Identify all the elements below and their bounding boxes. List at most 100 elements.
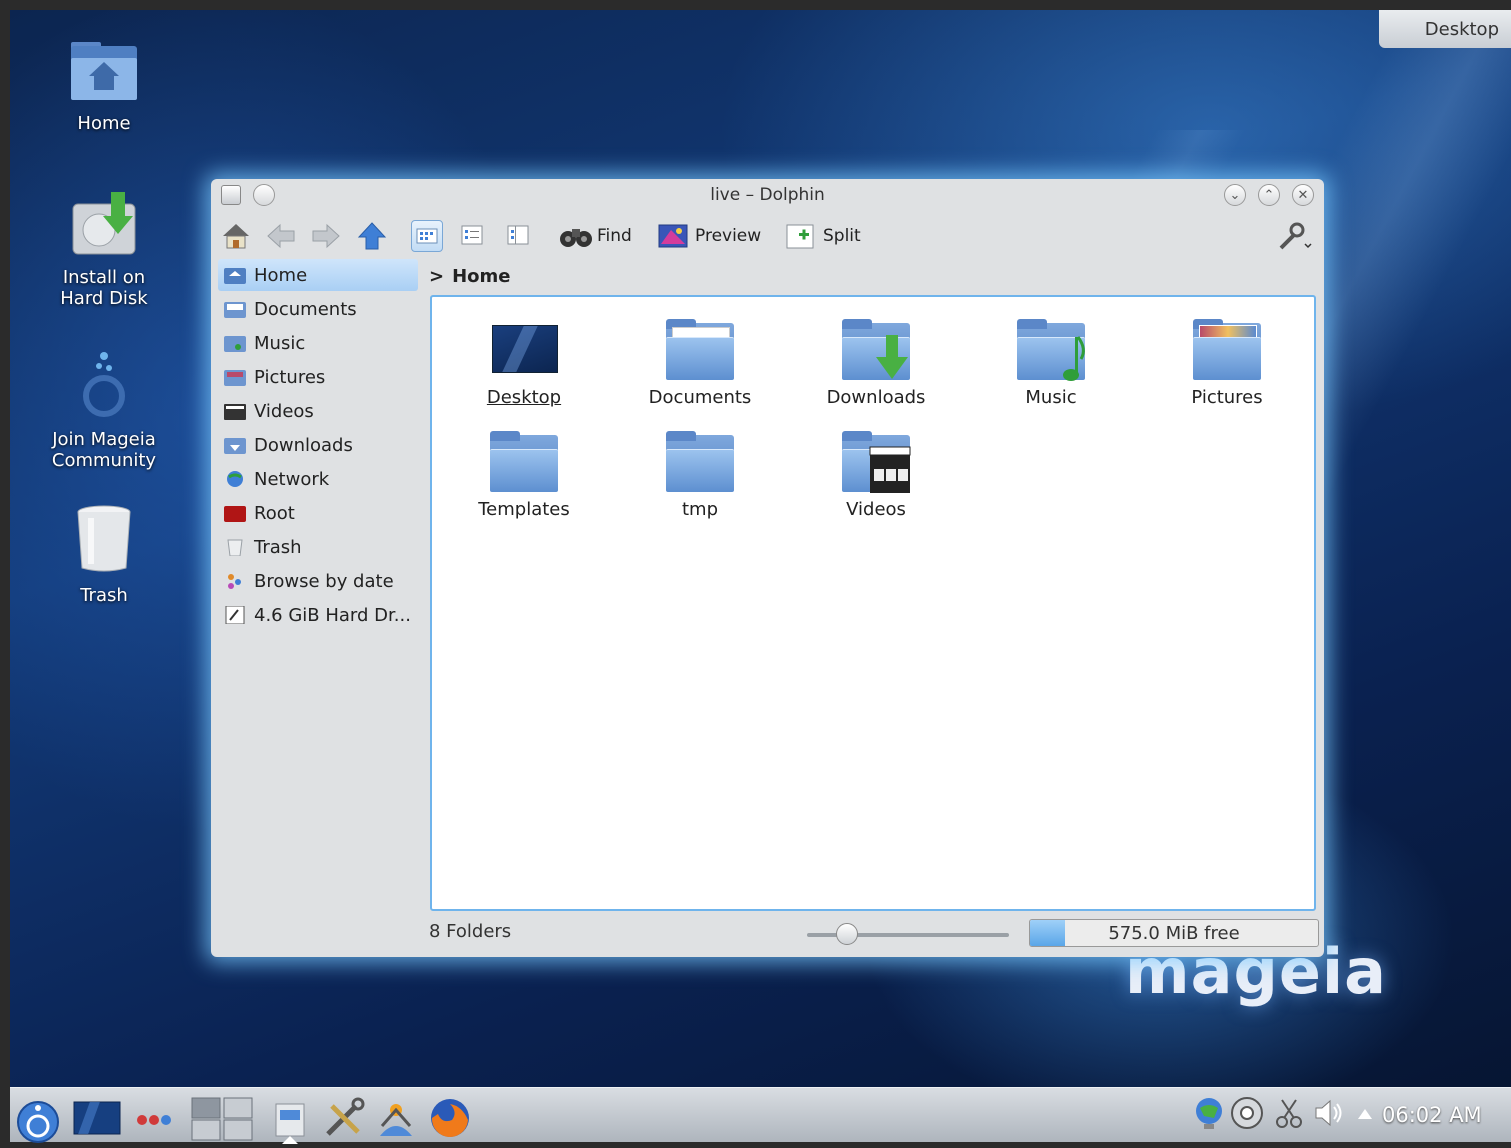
window-title: live – Dolphin xyxy=(710,185,825,205)
find-button[interactable]: Find xyxy=(559,219,632,253)
up-button[interactable] xyxy=(357,219,387,253)
split-button[interactable]: Split xyxy=(785,219,861,253)
file-item-desktop[interactable]: Desktop xyxy=(449,319,599,408)
place-videos[interactable]: Videos xyxy=(218,395,418,427)
downloads-icon xyxy=(224,438,246,454)
place-label: 4.6 GiB Hard Dr... xyxy=(254,604,411,626)
details-view-button[interactable] xyxy=(457,220,489,252)
trash-icon xyxy=(227,539,243,556)
file-item-pictures[interactable]: Pictures xyxy=(1152,319,1302,408)
home-folder-icon xyxy=(44,40,164,107)
file-item-templates[interactable]: Templates xyxy=(449,431,599,520)
place-documents[interactable]: Documents xyxy=(218,293,418,325)
desktop-icon-community[interactable]: Join Mageia Community xyxy=(44,348,164,471)
icons-view-button[interactable] xyxy=(411,220,443,252)
file-item-downloads[interactable]: Downloads xyxy=(801,319,951,408)
file-item-tmp[interactable]: tmp xyxy=(625,431,775,520)
activity-switcher-button[interactable] xyxy=(132,1096,182,1136)
network-icon xyxy=(227,471,243,487)
desktop-icon-label: Trash xyxy=(80,585,128,606)
status-bar: 8 Folders 575.0 MiB free xyxy=(429,917,1319,949)
music-folder-icon xyxy=(1017,319,1085,381)
desktop-icon-install[interactable]: Install on Hard Disk xyxy=(44,190,164,309)
place-label: Documents xyxy=(254,298,357,320)
place-label: Root xyxy=(254,502,295,524)
show-desktop-button[interactable] xyxy=(72,1096,122,1136)
place-label: Home xyxy=(254,264,308,286)
application-launcher-button[interactable] xyxy=(14,1096,59,1143)
videos-icon xyxy=(224,404,246,420)
software-manager-button[interactable] xyxy=(374,1096,414,1136)
mageia-community-icon xyxy=(44,348,164,423)
calendar-icon xyxy=(228,574,241,589)
downloads-folder-icon xyxy=(842,319,910,381)
place-music[interactable]: Music xyxy=(218,327,418,359)
breadcrumb[interactable]: > Home xyxy=(429,259,511,293)
place-label: Downloads xyxy=(254,434,353,456)
place-root[interactable]: Root xyxy=(218,497,418,529)
close-button[interactable]: ✕ xyxy=(1292,184,1314,206)
control-menu-button[interactable] xyxy=(1275,219,1313,253)
columns-view-icon xyxy=(507,225,529,245)
install-disk-icon xyxy=(44,190,164,261)
file-item-documents[interactable]: Documents xyxy=(625,319,775,408)
klipper-tray-icon[interactable] xyxy=(1274,1096,1304,1136)
network-tray-icon[interactable] xyxy=(1194,1096,1224,1136)
trash-icon xyxy=(44,504,164,579)
preview-button[interactable]: Preview xyxy=(657,219,761,253)
home-button[interactable] xyxy=(221,219,251,253)
details-view-icon xyxy=(461,225,483,245)
binoculars-icon xyxy=(560,229,592,247)
place-label: Videos xyxy=(254,400,314,422)
hard-drive-icon xyxy=(225,606,245,624)
place-label: Music xyxy=(254,332,306,354)
place-hard-drive[interactable]: 4.6 GiB Hard Dr... xyxy=(218,599,418,631)
file-item-music[interactable]: Music xyxy=(976,319,1126,408)
breadcrumb-current[interactable]: Home xyxy=(452,266,510,287)
activity-desktop-button[interactable]: Desktop xyxy=(1379,10,1511,48)
templates-folder-icon xyxy=(490,431,558,493)
window-titlebar[interactable]: live – Dolphin ⌄ ⌃ ✕ xyxy=(211,179,1324,215)
firefox-icon xyxy=(431,1099,469,1138)
place-pictures[interactable]: Pictures xyxy=(218,361,418,393)
place-label: Browse by date xyxy=(254,570,394,592)
expand-tray-button[interactable] xyxy=(1356,1106,1376,1146)
place-network[interactable]: Network xyxy=(218,463,418,495)
up-arrow-icon xyxy=(357,222,387,250)
documents-icon xyxy=(224,302,246,318)
system-settings-button[interactable] xyxy=(322,1096,365,1136)
toolbar: Find Preview Split xyxy=(211,215,1324,259)
back-button[interactable] xyxy=(266,219,296,253)
file-view[interactable]: Desktop Documents Downloads Music Pictur… xyxy=(430,295,1316,911)
volume-tray-icon[interactable] xyxy=(1312,1096,1346,1136)
desktop-icon-trash[interactable]: Trash xyxy=(44,504,164,606)
minimize-button[interactable]: ⌄ xyxy=(1224,184,1246,206)
columns-view-button[interactable] xyxy=(503,220,535,252)
file-item-videos[interactable]: Videos xyxy=(801,431,951,520)
place-label: Pictures xyxy=(254,366,326,388)
desktop-icon-home[interactable]: Home xyxy=(44,40,164,134)
place-downloads[interactable]: Downloads xyxy=(218,429,418,461)
desktop-icon-label: Join Mageia Community xyxy=(51,429,157,471)
place-home[interactable]: Home xyxy=(218,259,418,291)
place-trash[interactable]: Trash xyxy=(218,531,418,563)
file-label: Documents xyxy=(648,387,752,408)
maximize-button[interactable]: ⌃ xyxy=(1258,184,1280,206)
preview-icon xyxy=(658,224,688,248)
updates-tray-icon[interactable] xyxy=(1230,1096,1264,1136)
breadcrumb-separator: > xyxy=(429,265,445,287)
file-label: tmp xyxy=(681,499,719,520)
task-dolphin[interactable] xyxy=(270,1096,310,1144)
zoom-slider-handle[interactable] xyxy=(836,923,859,945)
file-label: Pictures xyxy=(1191,387,1263,408)
place-browse-by-date[interactable]: Browse by date xyxy=(218,565,418,597)
mageia-launcher-icon xyxy=(17,1101,59,1143)
pager[interactable] xyxy=(190,1096,256,1141)
clock[interactable]: 06:02 AM xyxy=(1382,1103,1482,1127)
speaker-icon xyxy=(1315,1099,1342,1127)
file-label: Desktop xyxy=(486,387,562,408)
taskbar: 06:02 AM xyxy=(10,1087,1511,1144)
forward-button[interactable] xyxy=(311,219,341,253)
free-space-text: 575.0 MiB free xyxy=(1108,923,1240,944)
firefox-button[interactable] xyxy=(428,1096,469,1138)
